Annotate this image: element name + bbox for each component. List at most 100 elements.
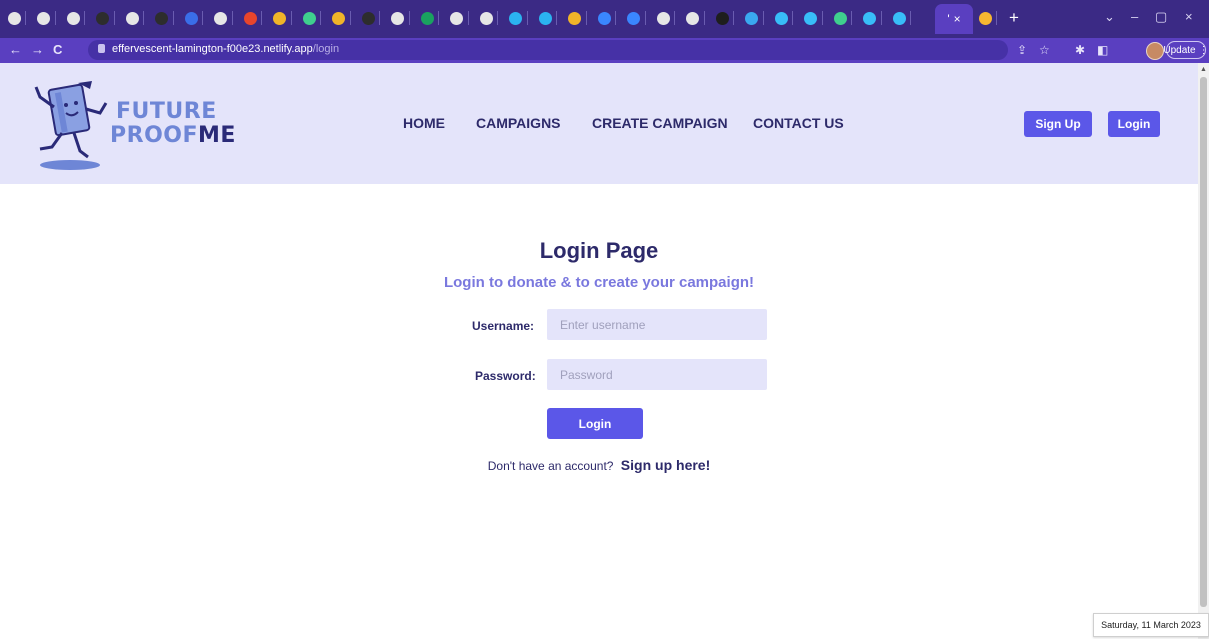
nav-home[interactable]: HOME	[403, 115, 445, 131]
close-icon[interactable]: ×	[954, 12, 961, 26]
tab-separator	[231, 11, 233, 25]
browser-tab[interactable]	[270, 6, 292, 30]
browser-tab[interactable]	[34, 6, 56, 30]
browser-tab[interactable]	[535, 6, 557, 30]
tab-separator	[143, 11, 144, 25]
brand-line-1: FUTURE	[116, 99, 217, 124]
tab-favicon-icon	[450, 11, 463, 25]
browser-tab[interactable]	[211, 6, 233, 30]
lock-icon	[98, 44, 105, 53]
browser-tab[interactable]	[417, 6, 439, 30]
tab-favicon-icon	[420, 11, 434, 25]
tab-separator	[172, 11, 174, 25]
browser-tab[interactable]	[860, 6, 882, 30]
browser-tab[interactable]	[476, 6, 498, 30]
update-button[interactable]: Update ⋮	[1163, 41, 1209, 59]
active-tab[interactable]: ' ×	[935, 4, 973, 34]
forward-button[interactable]: →	[31, 42, 44, 57]
tab-favicon-icon	[538, 11, 552, 25]
browser-tab[interactable]	[299, 6, 321, 30]
reload-button[interactable]: C	[53, 42, 62, 57]
side-panel-icon[interactable]: ◧	[1097, 43, 1108, 57]
header-signup-button[interactable]: Sign Up	[1024, 111, 1092, 137]
tab-favicon-icon	[892, 11, 906, 25]
browser-tab[interactable]	[830, 6, 852, 30]
bookmark-star-icon[interactable]: ☆	[1039, 43, 1050, 57]
new-tab-button[interactable]: +	[1009, 8, 1019, 28]
tab-separator	[54, 11, 56, 25]
browser-tab[interactable]	[889, 6, 911, 30]
username-input[interactable]	[547, 309, 767, 340]
tab-favicon-icon	[7, 11, 21, 25]
tab-favicon-icon	[273, 11, 286, 25]
tab-favicon-icon	[361, 11, 375, 25]
nav-create-campaign[interactable]: CREATE CAMPAIGN	[592, 115, 728, 131]
tab-separator	[556, 11, 557, 25]
header-login-button[interactable]: Login	[1108, 111, 1160, 137]
tab-separator	[261, 11, 262, 25]
browser-tab[interactable]	[63, 6, 85, 30]
tab-favicon-icon	[96, 11, 109, 25]
tab-favicon-icon	[863, 11, 876, 25]
tab-separator	[615, 11, 616, 25]
browser-tab[interactable]	[712, 6, 734, 30]
browser-tab-strip: ' × + ⌄ – ▢ ×	[0, 0, 1209, 38]
tab-favicon-icon	[978, 11, 992, 25]
signup-link[interactable]: Sign up here!	[621, 457, 710, 473]
browser-tab[interactable]	[358, 6, 380, 30]
page-scrollbar[interactable]: ▲	[1198, 63, 1209, 639]
profile-avatar[interactable]	[1146, 42, 1164, 60]
url-text: effervescent-lamington-f00e23.netlify.ap…	[112, 43, 340, 55]
restore-button[interactable]: ▢	[1155, 9, 1167, 25]
extensions-icon[interactable]: ✱	[1075, 43, 1085, 57]
minimize-button[interactable]: –	[1131, 9, 1138, 24]
browser-tab[interactable]	[181, 6, 203, 30]
more-menu-icon[interactable]: ⋮	[1199, 45, 1209, 56]
tab-favicon-icon	[833, 11, 847, 25]
browser-tab[interactable]	[771, 6, 793, 30]
logo[interactable]: FUTURE PROOFME	[30, 73, 235, 173]
browser-tab[interactable]	[594, 6, 616, 30]
browser-tab[interactable]	[975, 6, 997, 30]
site-header: FUTURE PROOFME HOME CAMPAIGNS CREATE CAM…	[0, 63, 1198, 184]
browser-tab[interactable]	[742, 6, 764, 30]
tab-favicon-icon	[391, 11, 404, 25]
browser-tab[interactable]	[240, 6, 262, 30]
scroll-up-icon[interactable]: ▲	[1200, 66, 1207, 73]
date-tooltip: Saturday, 11 March 2023	[1093, 613, 1209, 637]
active-tab-title: '	[947, 12, 950, 26]
tab-search-icon[interactable]: ⌄	[1104, 9, 1115, 25]
browser-tab[interactable]	[447, 6, 469, 30]
browser-tab[interactable]	[565, 6, 587, 30]
nav-contact-us[interactable]: CONTACT US	[753, 115, 844, 131]
login-submit-button[interactable]: Login	[547, 408, 643, 439]
scrollbar-thumb[interactable]	[1200, 77, 1207, 607]
page-title: Login Page	[539, 238, 659, 263]
browser-tab[interactable]	[152, 6, 174, 30]
tab-separator	[851, 11, 852, 25]
browser-tab[interactable]	[329, 6, 351, 30]
address-bar[interactable]: effervescent-lamington-f00e23.netlify.ap…	[88, 40, 1008, 60]
browser-tab[interactable]	[4, 6, 26, 30]
tab-separator	[113, 11, 115, 25]
password-input[interactable]	[547, 359, 767, 390]
browser-tab[interactable]	[93, 6, 115, 30]
tab-separator	[320, 11, 321, 25]
tab-separator	[644, 11, 646, 25]
tab-favicon-icon	[479, 11, 493, 25]
browser-tab[interactable]	[388, 6, 410, 30]
tab-separator	[379, 11, 380, 25]
tab-separator	[910, 11, 911, 25]
browser-tab[interactable]	[683, 6, 705, 30]
browser-tab[interactable]	[122, 6, 144, 30]
browser-tab[interactable]	[624, 6, 646, 30]
back-button[interactable]: ←	[9, 42, 22, 57]
browser-tab[interactable]	[506, 6, 528, 30]
browser-tab[interactable]	[653, 6, 675, 30]
close-window-button[interactable]: ×	[1185, 9, 1193, 24]
tab-separator	[202, 11, 203, 25]
nav-campaigns[interactable]: CAMPAIGNS	[476, 115, 561, 131]
browser-tab[interactable]	[801, 6, 823, 30]
tab-favicon-icon	[715, 11, 729, 25]
share-icon[interactable]: ⇪	[1017, 43, 1027, 57]
